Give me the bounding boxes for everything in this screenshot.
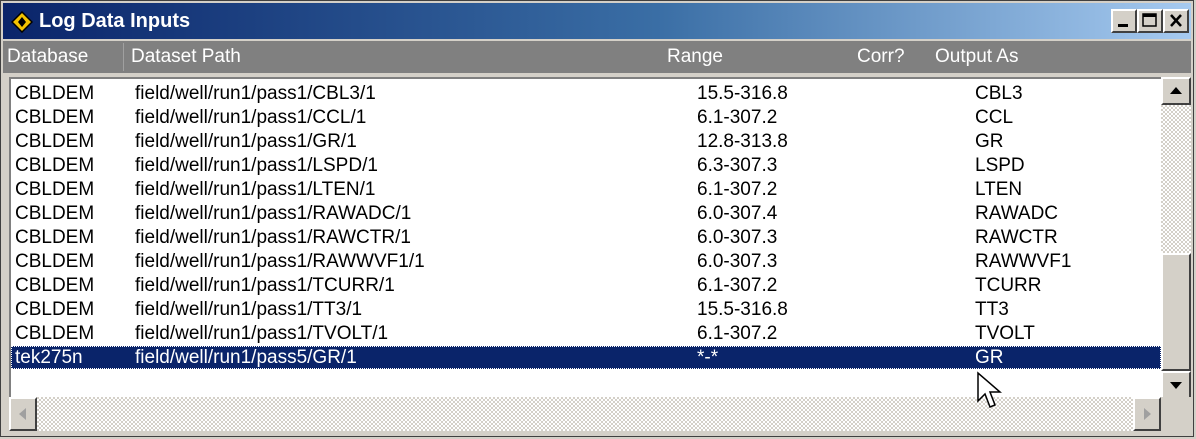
cell-output-as: TVOLT bbox=[975, 323, 1035, 344]
cell-dataset-path: field/well/run1/pass1/CCL/1 bbox=[135, 107, 367, 128]
cell-output-as: LTEN bbox=[975, 179, 1023, 200]
cell-dataset-path: field/well/run1/pass1/RAWCTR/1 bbox=[135, 227, 411, 248]
scroll-right-button[interactable] bbox=[1133, 397, 1161, 431]
column-header-output-as[interactable]: Output As bbox=[935, 46, 1018, 68]
table-row[interactable]: CBLDEM field/well/run1/pass1/CCL/1 6.1-307… bbox=[11, 106, 1161, 129]
cell-database: CBLDEM bbox=[15, 251, 95, 272]
vertical-scrollbar[interactable] bbox=[1161, 77, 1191, 399]
cell-output-as: RAWWVF1 bbox=[975, 251, 1072, 272]
cell-database: CBLDEM bbox=[15, 323, 95, 344]
cell-range: 6.0-307.3 bbox=[697, 251, 778, 272]
cell-dataset-path: field/well/run1/pass1/RAWADC/1 bbox=[135, 203, 412, 224]
cell-output-as: RAWADC bbox=[975, 203, 1059, 224]
window-title: Log Data Inputs bbox=[39, 10, 191, 32]
table-row[interactable]: CBLDEM field/well/run1/pass1/LTEN/1 6.1-30… bbox=[11, 178, 1161, 201]
cell-database: CBLDEM bbox=[15, 227, 95, 248]
cell-output-as: CBL3 bbox=[975, 83, 1023, 104]
cell-range: 6.3-307.3 bbox=[697, 155, 778, 176]
column-header-bar: Database Dataset Path Range Corr? Output… bbox=[3, 41, 1191, 73]
table-row[interactable]: CBLDEM field/well/run1/pass1/RAWADC/1 6.0-… bbox=[11, 202, 1161, 225]
cell-database: CBLDEM bbox=[15, 107, 95, 128]
cell-database: CBLDEM bbox=[15, 83, 95, 104]
table-row[interactable]: CBLDEM field/well/run1/pass1/CBL3/1 15.5-3… bbox=[11, 82, 1161, 105]
maximize-button[interactable] bbox=[1137, 9, 1163, 33]
close-button[interactable] bbox=[1163, 9, 1189, 33]
arrow-down-icon bbox=[1170, 382, 1182, 389]
cell-database: CBLDEM bbox=[15, 131, 95, 152]
column-header-database[interactable]: Database bbox=[7, 46, 88, 68]
cell-dataset-path: field/well/run1/pass1/LSPD/1 bbox=[135, 155, 378, 176]
cell-range: 6.1-307.2 bbox=[697, 275, 778, 296]
cell-output-as: CCL bbox=[975, 107, 1014, 128]
cell-output-as: GR bbox=[975, 131, 1004, 152]
cell-database: tek275n bbox=[15, 347, 83, 368]
table-row[interactable]: CBLDEM field/well/run1/pass1/RAWCTR/1 6.0-… bbox=[11, 226, 1161, 249]
cell-dataset-path: field/well/run1/pass1/CBL3/1 bbox=[135, 83, 376, 104]
cell-dataset-path: field/well/run1/pass1/TVOLT/1 bbox=[135, 323, 389, 344]
title-bar[interactable]: Log Data Inputs bbox=[3, 3, 1191, 39]
cell-database: CBLDEM bbox=[15, 179, 95, 200]
log-data-inputs-window: Log Data Inputs Database Dataset Path Ra… bbox=[0, 0, 1194, 437]
cell-dataset-path: field/well/run1/pass1/RAWWVF1/1 bbox=[135, 251, 425, 272]
arrow-up-icon bbox=[1170, 87, 1182, 94]
cell-dataset-path: field/well/run1/pass1/GR/1 bbox=[135, 131, 357, 152]
minimize-button[interactable] bbox=[1111, 9, 1137, 33]
app-diamond-icon bbox=[11, 11, 33, 33]
cell-output-as: GR bbox=[975, 347, 1004, 368]
horizontal-scrollbar[interactable] bbox=[9, 397, 1161, 431]
column-header-range[interactable]: Range bbox=[667, 46, 723, 68]
cell-range: *-* bbox=[697, 347, 719, 368]
arrow-right-icon bbox=[1144, 408, 1151, 420]
cell-database: CBLDEM bbox=[15, 275, 95, 296]
table-row[interactable]: CBLDEM field/well/run1/pass1/TVOLT/1 6.1-3… bbox=[11, 322, 1161, 345]
close-icon bbox=[1170, 14, 1182, 27]
table-row[interactable]: tek275n field/well/run1/pass5/GR/1 *-* GR bbox=[11, 346, 1161, 369]
cell-range: 15.5-316.8 bbox=[697, 299, 788, 320]
table-row[interactable]: CBLDEM field/well/run1/pass1/GR/1 12.8-313… bbox=[11, 130, 1161, 153]
cell-dataset-path: field/well/run1/pass5/GR/1 bbox=[135, 347, 357, 368]
table-row[interactable]: CBLDEM field/well/run1/pass1/RAWWVF1/1 6.0… bbox=[11, 250, 1161, 273]
scroll-up-button[interactable] bbox=[1161, 77, 1191, 105]
cell-range: 6.0-307.3 bbox=[697, 227, 778, 248]
cell-dataset-path: field/well/run1/pass1/TCURR/1 bbox=[135, 275, 395, 296]
cell-output-as: LSPD bbox=[975, 155, 1025, 176]
column-header-dataset-path[interactable]: Dataset Path bbox=[131, 46, 241, 68]
cell-range: 6.1-307.2 bbox=[697, 107, 778, 128]
cell-database: CBLDEM bbox=[15, 299, 95, 320]
vertical-scroll-thumb[interactable] bbox=[1161, 253, 1191, 371]
cell-output-as: TT3 bbox=[975, 299, 1009, 320]
column-header-corr[interactable]: Corr? bbox=[857, 46, 905, 68]
cell-range: 15.5-316.8 bbox=[697, 83, 788, 104]
arrow-left-icon bbox=[19, 408, 26, 420]
scrollbar-corner bbox=[1161, 397, 1191, 431]
cell-range: 12.8-313.8 bbox=[697, 131, 788, 152]
maximize-icon bbox=[1142, 13, 1157, 27]
cell-output-as: RAWCTR bbox=[975, 227, 1058, 248]
table-row[interactable]: CBLDEM field/well/run1/pass1/TT3/1 15.5-31… bbox=[11, 298, 1161, 321]
table-row[interactable]: CBLDEM field/well/run1/pass1/TCURR/1 6.1-3… bbox=[11, 274, 1161, 297]
column-divider[interactable] bbox=[123, 43, 124, 71]
scroll-left-button[interactable] bbox=[9, 397, 37, 431]
cell-range: 6.1-307.2 bbox=[697, 179, 778, 200]
cell-range: 6.0-307.4 bbox=[697, 203, 778, 224]
cell-dataset-path: field/well/run1/pass1/LTEN/1 bbox=[135, 179, 376, 200]
cell-database: CBLDEM bbox=[15, 155, 95, 176]
scroll-down-button[interactable] bbox=[1161, 371, 1191, 399]
minimize-icon bbox=[1118, 24, 1128, 27]
cell-dataset-path: field/well/run1/pass1/TT3/1 bbox=[135, 299, 363, 320]
cell-range: 6.1-307.2 bbox=[697, 323, 778, 344]
table-row[interactable]: CBLDEM field/well/run1/pass1/LSPD/1 6.3-30… bbox=[11, 154, 1161, 177]
log-data-list[interactable]: CBLDEM field/well/run1/pass1/CBL3/1 15.5-3… bbox=[9, 77, 1161, 397]
cell-output-as: TCURR bbox=[975, 275, 1042, 296]
cell-database: CBLDEM bbox=[15, 203, 95, 224]
